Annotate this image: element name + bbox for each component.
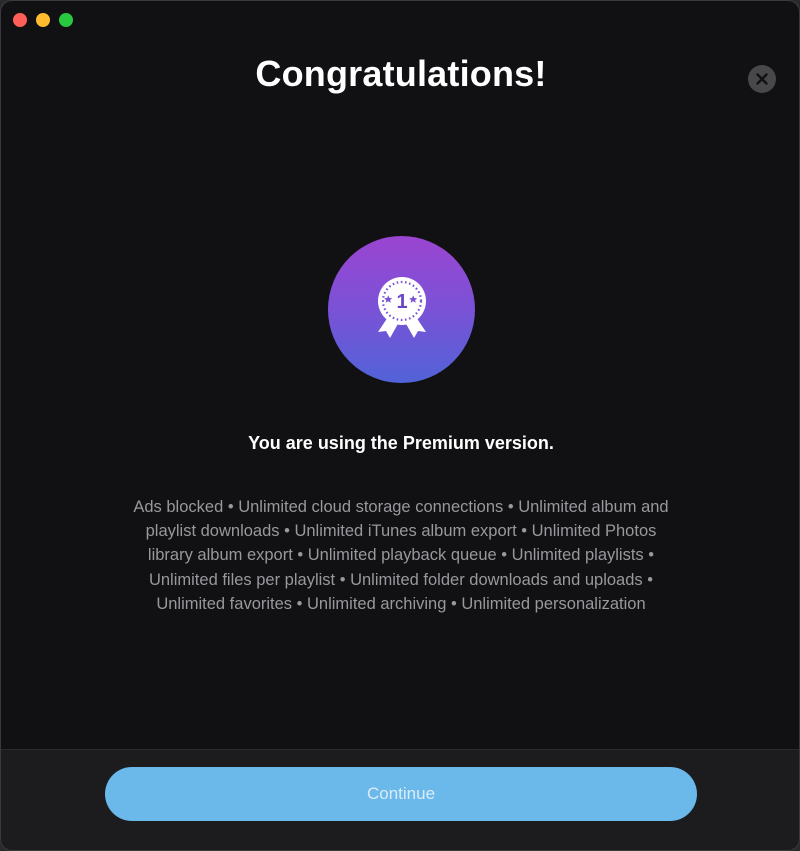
window-controls	[13, 13, 73, 27]
window-zoom-control[interactable]	[59, 13, 73, 27]
feature-list-line: Unlimited files per playlist • Unlimited…	[148, 570, 654, 589]
dismiss-button[interactable]	[748, 65, 776, 93]
feature-list-line: library album export • Unlimited playbac…	[147, 546, 655, 565]
premium-status-text: You are using the Premium version.	[248, 433, 554, 453]
window-minimize-control[interactable]	[36, 13, 50, 27]
dialog-title: Congratulations!	[255, 53, 547, 94]
feature-list-line: Ads blocked • Unlimited cloud storage co…	[133, 498, 669, 516]
feature-list-line: Unlimited favorites • Unlimited archivin…	[156, 594, 646, 613]
window-close-control[interactable]	[13, 13, 27, 27]
premium-dialog-window: Congratulations! 1 You are using the Pre…	[0, 0, 800, 851]
close-icon	[756, 73, 768, 85]
feature-list-line: playlist downloads • Unlimited iTunes al…	[145, 522, 657, 541]
badge-rank: 1	[396, 291, 407, 313]
premium-badge: 1	[328, 236, 475, 383]
award-ribbon-icon: 1	[377, 276, 426, 338]
dialog-footer: Continue	[1, 749, 799, 850]
feature-list: Ads blocked • Unlimited cloud storage co…	[101, 495, 701, 616]
continue-button[interactable]: Continue	[105, 767, 697, 821]
